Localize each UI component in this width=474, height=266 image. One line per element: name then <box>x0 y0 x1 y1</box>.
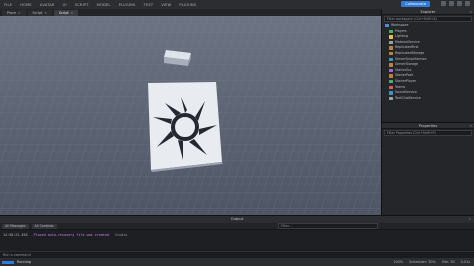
status-item: 0.01s <box>460 260 470 264</box>
explorer-header: Explorer ✕ <box>382 9 474 15</box>
properties-title: Properties <box>418 124 438 128</box>
chat-icon[interactable] <box>441 1 446 6</box>
status-stats: 100% Scheduler: 30% Sim: 30 0.01s <box>393 258 474 266</box>
menu-item[interactable]: VIEW <box>157 3 175 7</box>
account-icon[interactable] <box>457 1 462 6</box>
status-item: Sim: 30 <box>441 260 455 264</box>
command-bar-input[interactable]: Run a command <box>0 251 474 258</box>
menu-item[interactable]: SCRIPT <box>71 3 93 7</box>
service-icon <box>389 52 393 56</box>
status-label: Running <box>17 260 31 264</box>
service-icon <box>389 68 393 73</box>
service-icon <box>389 80 393 84</box>
menu-item[interactable]: TEST <box>139 3 157 7</box>
menu-item[interactable]: HOME <box>16 3 36 7</box>
output-filter-input[interactable]: Filter... <box>278 223 378 229</box>
explorer-tree: Workspace Players Lighting MaterialService R… <box>382 23 474 101</box>
menu-item[interactable]: UI <box>59 3 71 7</box>
service-icon <box>389 91 393 95</box>
settings-icon[interactable] <box>465 1 470 6</box>
log-time: 14:58:23.458 <box>3 233 28 237</box>
collaborate-button[interactable]: Collaborate <box>401 1 430 7</box>
properties-header: Properties ✕ <box>382 123 474 129</box>
close-icon[interactable]: ✕ <box>468 216 471 223</box>
menu-item[interactable]: FILE <box>0 3 16 7</box>
menu-item[interactable]: AVATAR <box>36 3 59 7</box>
top-right-toolbar <box>441 1 470 6</box>
menu-item[interactable]: PLUGINS <box>115 3 140 7</box>
close-icon[interactable]: ✕ <box>469 123 472 129</box>
log-message: Placed auto-recovery file was created <box>33 233 110 237</box>
menu-item[interactable]: MODEL <box>93 3 115 7</box>
explorer-item-label: TextChatService <box>395 95 421 100</box>
log-entry: 14:58:23.458 Placed auto-recovery file w… <box>0 230 474 237</box>
output-panel: Output ✕ All Messages All Contexts Filte… <box>0 215 474 251</box>
service-icon <box>389 74 393 78</box>
status-item: 100% <box>393 260 404 264</box>
output-title: Output <box>230 217 244 221</box>
explorer-item[interactable]: TextChatService <box>382 96 474 102</box>
all-messages-dropdown[interactable]: All Messages <box>2 223 29 229</box>
service-icon <box>389 85 393 90</box>
menu-item[interactable]: PLUGINS <box>175 3 200 7</box>
properties-panel: Properties ✕ Filter Properties (Ctrl+Shi… <box>382 122 474 215</box>
output-header: Output ✕ <box>0 216 474 223</box>
progress-indicator <box>2 260 14 264</box>
output-toolbar: All Messages All Contexts <box>0 223 474 230</box>
status-item: Scheduler: 30% <box>409 260 436 264</box>
service-icon <box>389 40 393 45</box>
status-bar: Running 100% Scheduler: 30% Sim: 30 0.01… <box>0 258 474 266</box>
viewport-scene <box>0 16 381 215</box>
service-icon <box>389 57 393 62</box>
properties-filter-input[interactable]: Filter Properties (Ctrl+Shift+P) <box>384 130 472 136</box>
share-icon[interactable] <box>449 1 454 6</box>
service-icon <box>389 29 393 34</box>
explorer-filter-input[interactable]: Filter workspace (Ctrl+Shift+X) <box>384 16 472 22</box>
service-icon <box>385 24 389 28</box>
service-icon <box>389 35 393 39</box>
service-icon <box>389 46 393 50</box>
right-panel: Explorer ✕ Filter workspace (Ctrl+Shift+… <box>381 9 474 215</box>
explorer-title: Explorer <box>420 10 436 14</box>
all-contexts-dropdown[interactable]: All Contexts <box>31 223 57 229</box>
service-icon <box>389 96 393 101</box>
close-icon[interactable]: ✕ <box>469 9 472 15</box>
service-icon <box>389 63 393 67</box>
3d-viewport[interactable] <box>0 16 381 215</box>
log-source: Studio <box>115 233 128 237</box>
tab-bar: Place ✕ Script ✕ Script ✕ <box>0 9 381 16</box>
